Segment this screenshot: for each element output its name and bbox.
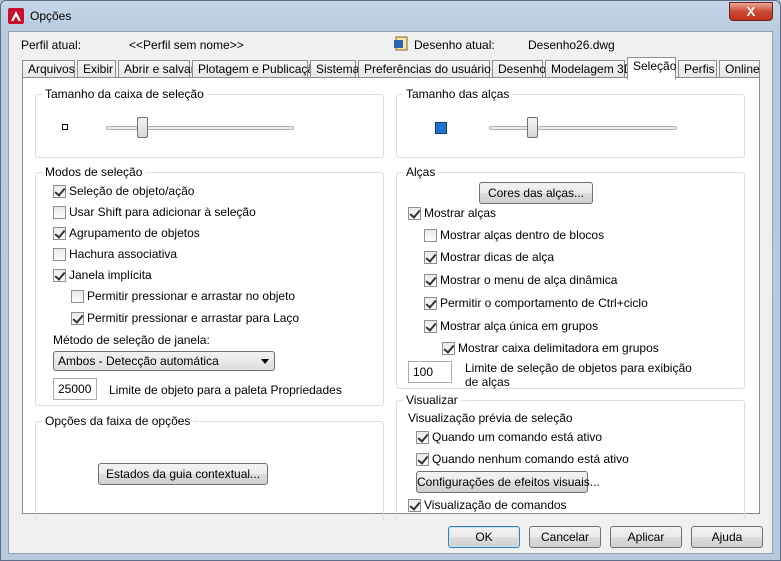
show-grips-checkbox[interactable]: Mostrar alças — [408, 207, 496, 223]
noun-verb-selection-checkbox[interactable]: Seleção de objeto/ação — [53, 185, 194, 201]
tab-selecao[interactable]: Seleção — [627, 57, 676, 80]
grip-tips-checkbox[interactable]: Mostrar dicas de alça — [424, 251, 554, 267]
selection-modes-title: Modos de seleção — [42, 165, 146, 179]
checkbox-label: Mostrar dicas de alça — [440, 250, 555, 264]
ok-button[interactable]: OK — [448, 526, 520, 548]
window-title: Opções — [30, 9, 72, 23]
checkbox-box[interactable] — [424, 229, 437, 242]
preview-group: Visualizar Visualização prévia de seleçã… — [396, 393, 745, 520]
implied-window-checkbox[interactable]: Janela implícita — [53, 269, 152, 285]
checkbox-label: Mostrar alças — [424, 206, 497, 220]
title-bar[interactable]: Opções X — [1, 1, 780, 31]
preview-title: Visualizar — [403, 393, 461, 407]
checkbox-box[interactable] — [416, 453, 429, 466]
ribbon-options-group: Opções da faixa de opções Estados da gui… — [35, 414, 384, 521]
press-drag-object-checkbox[interactable]: Permitir pressionar e arrastar no objeto — [71, 290, 295, 306]
checkbox-box[interactable] — [416, 431, 429, 444]
help-button[interactable]: Ajuda — [691, 526, 763, 548]
ctrl-cycle-checkbox[interactable]: Permitir o comportamento de Ctrl+ciclo — [424, 297, 648, 313]
command-preview-checkbox[interactable]: Visualização de comandos — [408, 499, 567, 515]
apply-button[interactable]: Aplicar — [610, 526, 682, 548]
drawing-file-icon — [394, 36, 408, 51]
selection-preview-label: Visualização prévia de seleção — [408, 411, 573, 425]
object-limit-label: Limite de objeto para a paleta Proprieda… — [109, 383, 342, 397]
preview-command-active-checkbox[interactable]: Quando um comando está ativo — [416, 431, 602, 447]
grip-preview — [435, 122, 447, 134]
grip-limit-label-line2: de alças — [465, 375, 510, 389]
checkbox-box[interactable] — [53, 227, 66, 240]
checkbox-label: Mostrar o menu de alça dinâmica — [440, 273, 618, 287]
close-button[interactable]: X — [729, 2, 773, 21]
checkbox-label: Janela implícita — [69, 268, 152, 282]
ribbon-options-title: Opções da faixa de opções — [42, 414, 194, 428]
bounding-box-groups-checkbox[interactable]: Mostrar caixa delimitadora em grupos — [442, 342, 659, 358]
current-drawing-value: Desenho26.dwg — [528, 38, 615, 52]
checkbox-label: Permitir o comportamento de Ctrl+ciclo — [440, 296, 648, 310]
current-profile-value: <<Perfil sem nome>> — [129, 38, 244, 52]
options-dialog: Opções X Perfil atual: <<Perfil sem nome… — [0, 0, 781, 561]
object-limit-input[interactable]: 25000 — [53, 378, 97, 400]
autocad-app-icon — [8, 8, 24, 24]
grip-object-limit-input[interactable]: 100 — [408, 361, 452, 383]
associative-hatch-checkbox[interactable]: Hachura associativa — [53, 248, 177, 264]
checkbox-label: Quando nenhum comando está ativo — [432, 452, 629, 466]
checkbox-label: Agrupamento de objetos — [69, 226, 200, 240]
grip-size-group: Tamanho das alças — [396, 87, 745, 158]
checkbox-box[interactable] — [424, 251, 437, 264]
grip-slider-track[interactable] — [489, 126, 677, 130]
checkbox-box[interactable] — [424, 320, 437, 333]
checkbox-box[interactable] — [442, 342, 455, 355]
pickbox-preview — [62, 124, 68, 130]
preview-no-command-checkbox[interactable]: Quando nenhum comando está ativo — [416, 453, 629, 469]
checkbox-box[interactable] — [424, 274, 437, 287]
checkbox-label: Visualização de comandos — [424, 498, 567, 512]
checkbox-box[interactable] — [53, 248, 66, 261]
checkbox-box[interactable] — [424, 297, 437, 310]
checkbox-label: Usar Shift para adicionar à seleção — [69, 205, 256, 219]
checkbox-box[interactable] — [53, 185, 66, 198]
grip-limit-label-line1: Limite de seleção de objetos para exibiç… — [465, 361, 692, 375]
current-profile-label: Perfil atual: — [21, 38, 82, 52]
checkbox-label: Permitir pressionar e arrastar no objeto — [87, 289, 296, 303]
contextual-tab-states-button[interactable]: Estados da guia contextual... — [98, 463, 268, 485]
checkbox-label: Mostrar alça única em grupos — [440, 319, 599, 333]
checkbox-label: Permitir pressionar e arrastar para Laço — [87, 311, 300, 325]
checkbox-label: Hachura associativa — [69, 247, 178, 261]
grip-colors-button[interactable]: Cores das alças... — [479, 182, 593, 204]
checkbox-box[interactable] — [408, 207, 421, 220]
pickbox-size-group: Tamanho da caixa de seleção — [35, 87, 384, 158]
checkbox-label: Mostrar caixa delimitadora em grupos — [458, 341, 659, 355]
grips-in-blocks-checkbox[interactable]: Mostrar alças dentro de blocos — [424, 229, 604, 245]
pickbox-size-title: Tamanho da caixa de seleção — [42, 87, 207, 101]
window-method-value: Ambos - Detecção automática — [58, 354, 219, 368]
dialog-client-area: Perfil atual: <<Perfil sem nome>> Desenh… — [8, 31, 773, 554]
cancel-button[interactable]: Cancelar — [529, 526, 601, 548]
checkbox-box[interactable] — [71, 290, 84, 303]
window-method-select[interactable]: Ambos - Detecção automática — [53, 351, 275, 371]
checkbox-box[interactable] — [408, 499, 421, 512]
current-drawing-label: Desenho atual: — [414, 38, 495, 52]
object-grouping-checkbox[interactable]: Agrupamento de objetos — [53, 227, 200, 243]
use-shift-checkbox[interactable]: Usar Shift para adicionar à seleção — [53, 206, 256, 222]
press-drag-lasso-checkbox[interactable]: Permitir pressionar e arrastar para Laço — [71, 312, 299, 328]
window-method-label: Método de seleção de janela: — [53, 333, 210, 347]
chevron-down-icon — [261, 359, 269, 364]
checkbox-box[interactable] — [71, 312, 84, 325]
checkbox-box[interactable] — [53, 269, 66, 282]
selection-modes-group: Modos de seleção Seleção de objeto/ação … — [35, 165, 384, 406]
pickbox-slider-track[interactable] — [106, 126, 294, 130]
checkbox-label: Mostrar alças dentro de blocos — [440, 228, 605, 242]
grip-size-title: Tamanho das alças — [403, 87, 513, 101]
checkbox-label: Seleção de objeto/ação — [69, 184, 195, 198]
checkbox-box[interactable] — [53, 206, 66, 219]
selection-tab-panel: Tamanho da caixa de seleção Tamanho das … — [22, 77, 760, 521]
grips-group: Alças Cores das alças... Mostrar alças M… — [396, 165, 745, 389]
single-grip-groups-checkbox[interactable]: Mostrar alça única em grupos — [424, 320, 598, 336]
dynamic-grip-menu-checkbox[interactable]: Mostrar o menu de alça dinâmica — [424, 274, 617, 290]
visual-effects-settings-button[interactable]: Configurações de efeitos visuais... — [416, 471, 600, 493]
grips-title: Alças — [403, 165, 439, 179]
checkbox-label: Quando um comando está ativo — [432, 430, 603, 444]
pickbox-slider-thumb[interactable] — [136, 117, 148, 138]
grip-slider-thumb[interactable] — [527, 117, 539, 138]
